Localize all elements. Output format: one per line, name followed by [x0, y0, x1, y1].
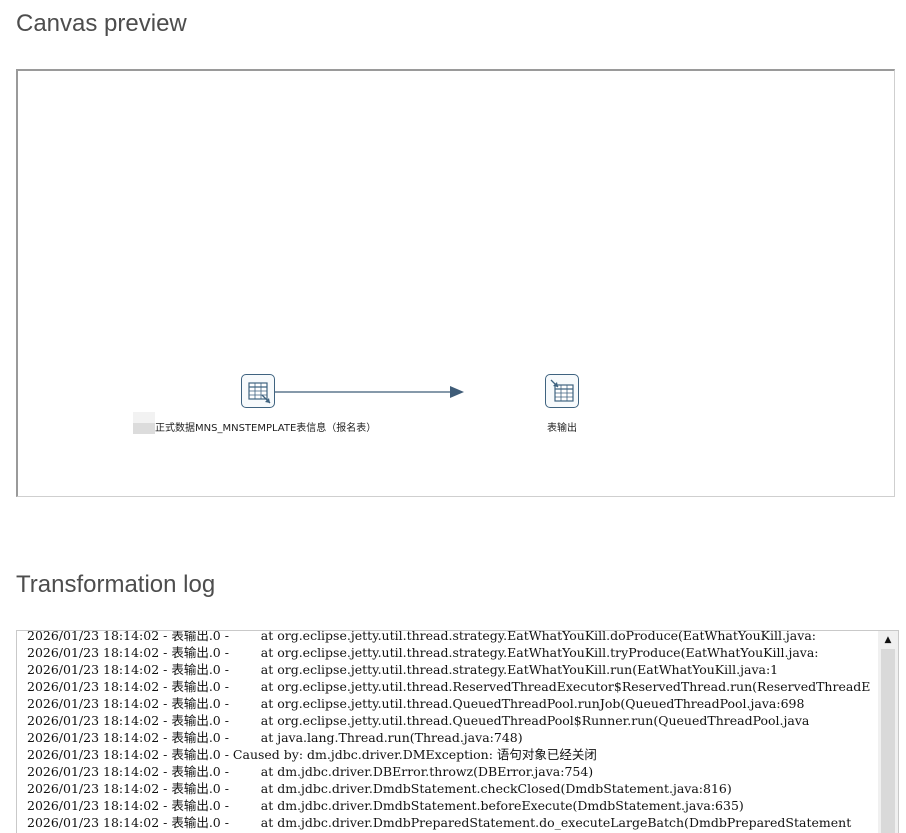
log-line: 2026/01/23 18:14:02 - 表输出.0 - at org.ecl…	[27, 713, 810, 728]
log-line: 2026/01/23 18:14:02 - 表输出.0 - at org.ecl…	[27, 630, 816, 643]
log-lines: 2026/01/23 18:14:02 - 表输出.0 - at org.ecl…	[27, 630, 876, 831]
step-table-output-label: 表输出	[547, 423, 577, 434]
hop-arrow-icon	[450, 386, 464, 398]
log-line: 2026/01/23 18:14:02 - 表输出.0 - Caused by:…	[27, 747, 597, 762]
transformation-log-title: Transformation log	[16, 571, 216, 598]
log-line: 2026/01/23 18:14:02 - 表输出.0 - at org.ecl…	[27, 679, 871, 694]
log-line: 2026/01/23 18:14:02 - 表输出.0 - at org.ecl…	[27, 696, 805, 711]
log-line: 2026/01/23 18:14:02 - 表输出.0 - at dm.jdbc…	[27, 781, 732, 796]
log-scrollbar[interactable]: ▲	[878, 631, 898, 833]
log-line: 2026/01/23 18:14:02 - 表输出.0 - at dm.jdbc…	[27, 798, 744, 813]
step-table-input-label: 正式数据MNS_MNSTEMPLATE表信息（报名表）	[155, 423, 377, 434]
log-line: 2026/01/23 18:14:02 - 表输出.0 - at dm.jdbc…	[27, 764, 594, 779]
step-label-prefix-placeholder	[133, 412, 155, 434]
log-line: 2026/01/23 18:14:02 - 表输出.0 - at java.la…	[27, 730, 523, 745]
log-scrollbar-thumb[interactable]	[881, 649, 895, 833]
log-line: 2026/01/23 18:14:02 - 表输出.0 - at dm.jdbc…	[27, 815, 852, 830]
table-output-icon[interactable]	[545, 374, 579, 408]
scroll-up-arrow-icon[interactable]: ▲	[878, 631, 898, 649]
log-line: 2026/01/23 18:14:02 - 表输出.0 - at org.ecl…	[27, 662, 779, 677]
log-line: 2026/01/23 18:14:02 - 表输出.0 - at org.ecl…	[27, 645, 819, 660]
transformation-log[interactable]: 2026/01/23 18:14:02 - 表输出.0 - at org.ecl…	[16, 630, 899, 833]
table-input-icon[interactable]	[241, 374, 275, 408]
canvas-preview-title: Canvas preview	[16, 10, 187, 37]
canvas-preview[interactable]: 正式数据MNS_MNSTEMPLATE表信息（报名表） 表输出	[16, 69, 895, 497]
